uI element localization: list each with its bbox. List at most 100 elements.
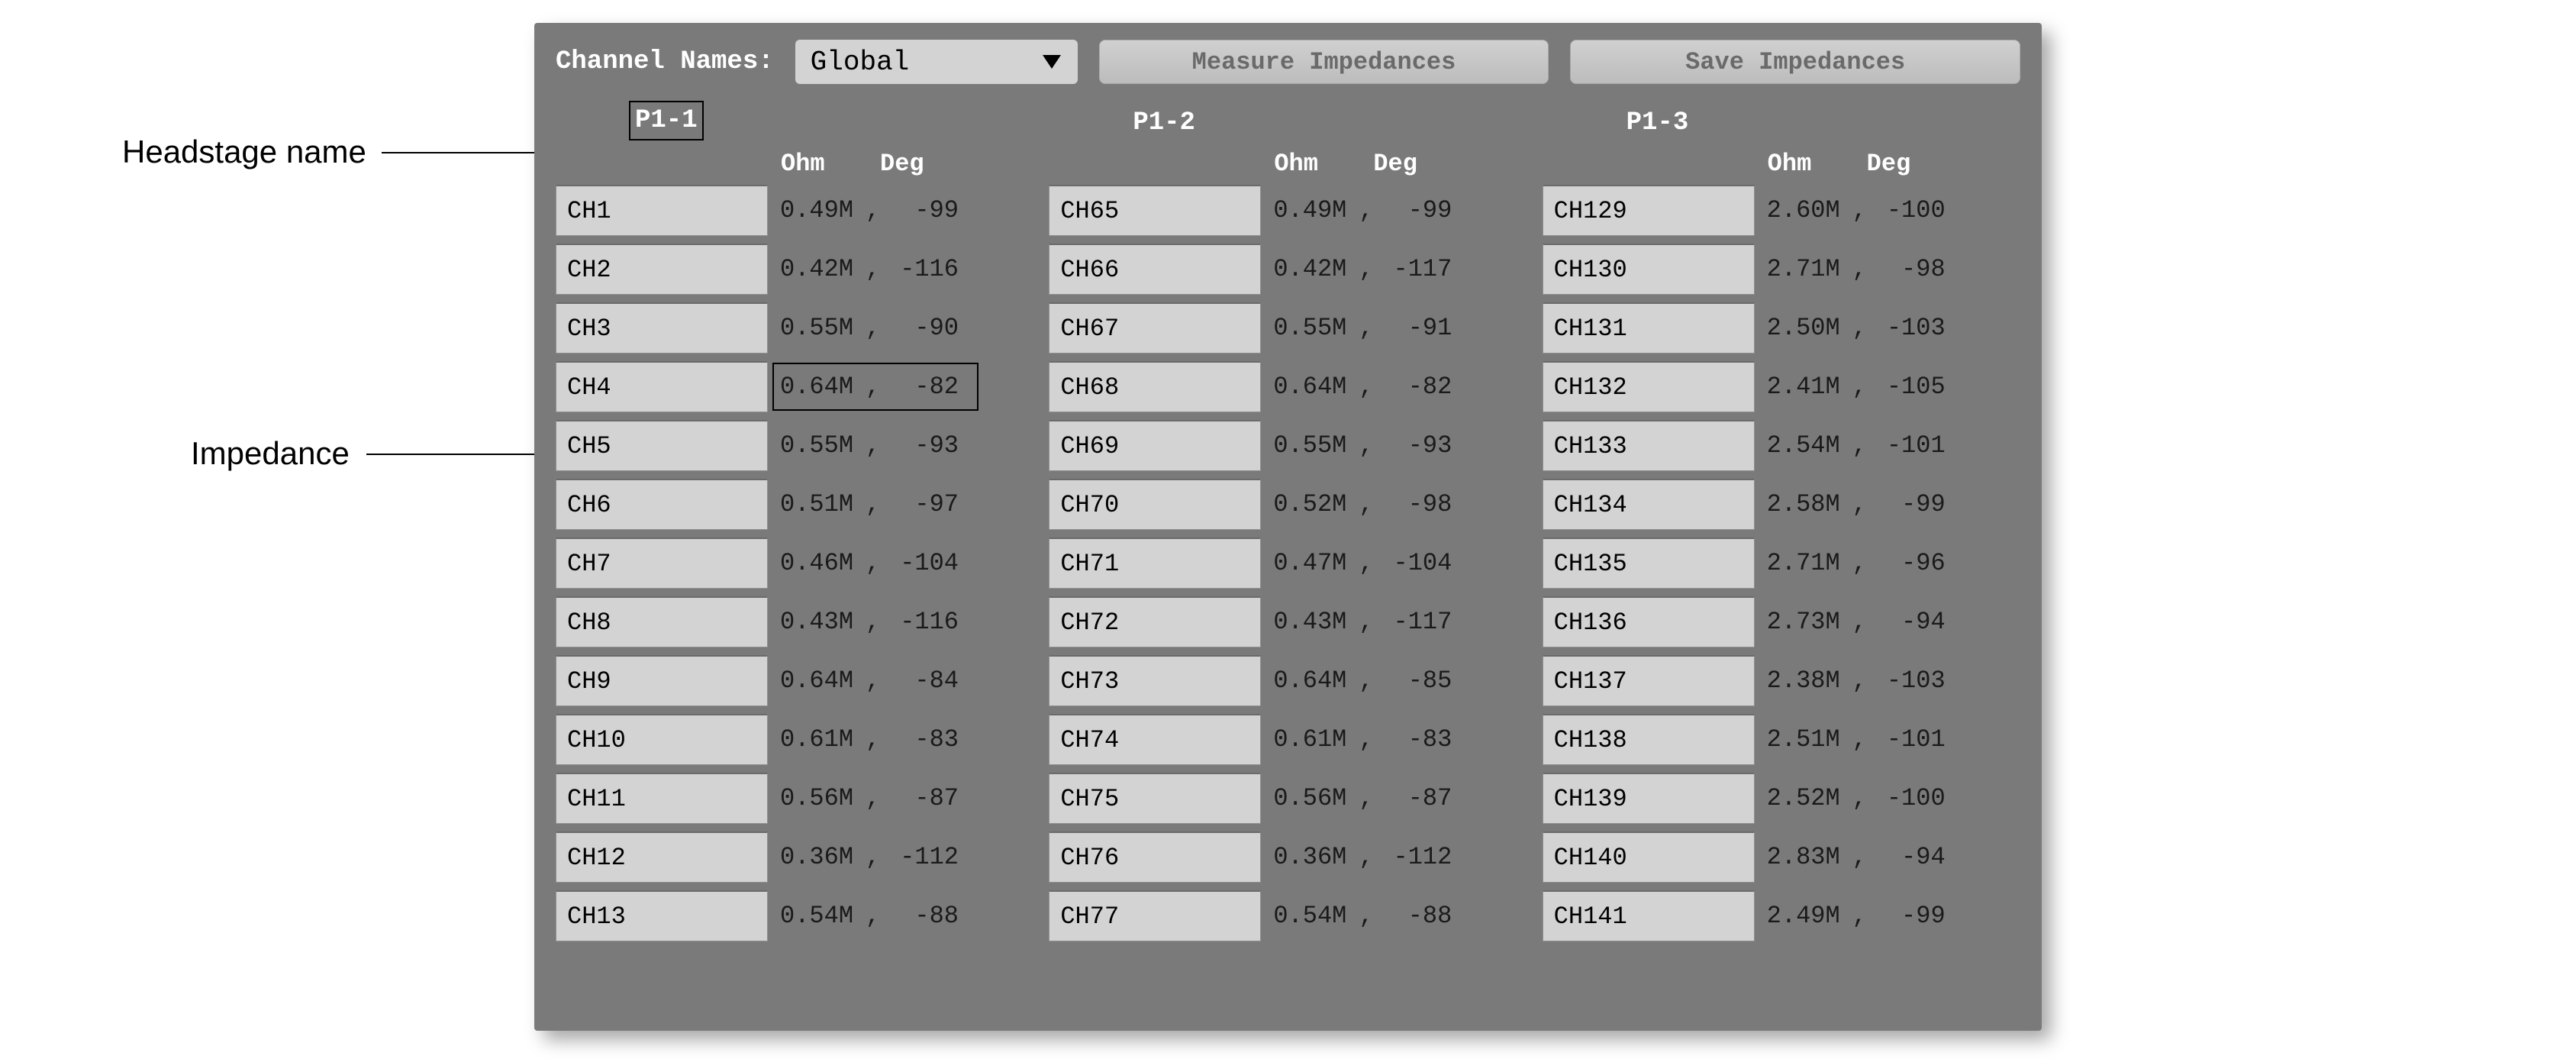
channel-name-cell[interactable]: CH69 [1049,420,1261,471]
channel-row: CH660.42M,-117 [1049,244,1527,295]
deg-header: Deg [1867,150,1911,178]
ohm-value: 2.49M [1767,902,1852,930]
channel-name-cell[interactable]: CH139 [1543,773,1755,824]
channel-name-cell[interactable]: CH133 [1543,420,1755,471]
channel-name-cell[interactable]: CH68 [1049,361,1261,412]
deg-header: Deg [1373,150,1417,178]
channel-names-dropdown[interactable]: Global [795,40,1078,84]
channel-row: CH690.55M,-93 [1049,420,1527,471]
channel-name-cell[interactable]: CH73 [1049,655,1261,706]
channel-name-cell[interactable]: CH10 [556,714,768,765]
channel-names-label: Channel Names: [556,47,774,76]
channel-name-cell[interactable]: CH134 [1543,479,1755,530]
channel-row: CH30.55M,-90 [556,302,1033,354]
channel-row: CH1332.54M,-101 [1543,420,2020,471]
channel-name-cell[interactable]: CH77 [1049,890,1261,941]
deg-value: -112 [890,843,959,871]
unit-header-row: OhmDeg [1049,142,1527,185]
channel-name-cell[interactable]: CH140 [1543,831,1755,883]
channel-row: CH760.36M,-112 [1049,831,1527,883]
channel-row: CH130.54M,-88 [556,890,1033,941]
channel-row: CH1342.58M,-99 [1543,479,2020,530]
chevron-down-icon [1043,55,1061,69]
impedance-value-cell: 2.52M,-100 [1755,773,2020,824]
deg-value: -90 [890,314,959,342]
ohm-value: 0.64M [1273,667,1359,695]
deg-value: -101 [1877,725,1946,754]
channel-name-cell[interactable]: CH141 [1543,890,1755,941]
channel-name-cell[interactable]: CH66 [1049,244,1261,295]
channel-name-cell[interactable]: CH131 [1543,302,1755,354]
impedance-value-cell: 2.71M,-96 [1755,538,2020,589]
channel-name-cell[interactable]: CH8 [556,596,768,647]
ohm-value: 0.55M [1273,314,1359,342]
ohm-value: 0.52M [1273,490,1359,518]
ohm-header: Ohm [1768,150,1867,178]
deg-value: -99 [890,196,959,224]
deg-value: -85 [1383,667,1452,695]
save-impedances-button[interactable]: Save Impedances [1570,40,2020,84]
channel-name-cell[interactable]: CH129 [1543,185,1755,236]
channel-name-cell[interactable]: CH75 [1049,773,1261,824]
ohm-value: 2.71M [1767,255,1852,283]
channel-name-cell[interactable]: CH4 [556,361,768,412]
channel-name-cell[interactable]: CH13 [556,890,768,941]
channel-name-cell[interactable]: CH71 [1049,538,1261,589]
channel-row: CH700.52M,-98 [1049,479,1527,530]
deg-value: -97 [890,490,959,518]
ohm-value: 0.61M [780,725,866,754]
deg-value: -87 [1383,784,1452,812]
channel-row: CH770.54M,-88 [1049,890,1527,941]
channel-name-cell[interactable]: CH136 [1543,596,1755,647]
channel-name-cell[interactable]: CH138 [1543,714,1755,765]
impedance-value-cell: 0.61M,-83 [768,714,1033,765]
deg-value: -117 [1383,608,1452,636]
ohm-value: 0.49M [780,196,866,224]
channel-name-cell[interactable]: CH9 [556,655,768,706]
channel-row: CH110.56M,-87 [556,773,1033,824]
impedance-value-cell: 0.56M,-87 [768,773,1033,824]
ohm-value: 0.64M [780,667,866,695]
impedance-value-cell: 0.61M,-83 [1261,714,1527,765]
impedance-panel: Channel Names: Global Measure Impedances… [534,23,2042,1031]
deg-value: -94 [1877,608,1946,636]
channel-name-cell[interactable]: CH3 [556,302,768,354]
ohm-value: 0.47M [1273,549,1359,577]
channel-row: CH120.36M,-112 [556,831,1033,883]
channel-name-cell[interactable]: CH72 [1049,596,1261,647]
channel-row: CH20.42M,-116 [556,244,1033,295]
ohm-value: 0.46M [780,549,866,577]
ohm-value: 0.43M [1273,608,1359,636]
channel-row: CH730.64M,-85 [1049,655,1527,706]
channel-name-cell[interactable]: CH11 [556,773,768,824]
channel-name-cell[interactable]: CH135 [1543,538,1755,589]
deg-value: -94 [1877,843,1946,871]
channel-name-cell[interactable]: CH74 [1049,714,1261,765]
measure-impedances-button[interactable]: Measure Impedances [1099,40,1549,84]
headstage-title-row: P1-1 [556,104,1033,142]
channel-name-cell[interactable]: CH132 [1543,361,1755,412]
channel-name-cell[interactable]: CH70 [1049,479,1261,530]
deg-value: -100 [1877,196,1946,224]
channel-name-cell[interactable]: CH65 [1049,185,1261,236]
channel-name-cell[interactable]: CH1 [556,185,768,236]
impedance-value-cell: 2.71M,-98 [1755,244,2020,295]
channel-name-cell[interactable]: CH7 [556,538,768,589]
impedance-value-cell: 0.43M,-117 [1261,596,1527,647]
impedance-value-cell: 0.42M,-117 [1261,244,1527,295]
impedance-value-cell: 0.55M,-90 [768,302,1033,354]
channel-name-cell[interactable]: CH2 [556,244,768,295]
headstage-name: P1-1 [629,101,704,140]
channel-name-cell[interactable]: CH76 [1049,831,1261,883]
deg-value: -98 [1383,490,1452,518]
channel-name-cell[interactable]: CH130 [1543,244,1755,295]
ohm-value: 2.71M [1767,549,1852,577]
channel-row: CH1352.71M,-96 [1543,538,2020,589]
ohm-value: 2.54M [1767,431,1852,460]
channel-name-cell[interactable]: CH5 [556,420,768,471]
channel-name-cell[interactable]: CH137 [1543,655,1755,706]
channel-name-cell[interactable]: CH6 [556,479,768,530]
impedance-value-cell: 0.42M,-116 [768,244,1033,295]
channel-name-cell[interactable]: CH67 [1049,302,1261,354]
channel-name-cell[interactable]: CH12 [556,831,768,883]
